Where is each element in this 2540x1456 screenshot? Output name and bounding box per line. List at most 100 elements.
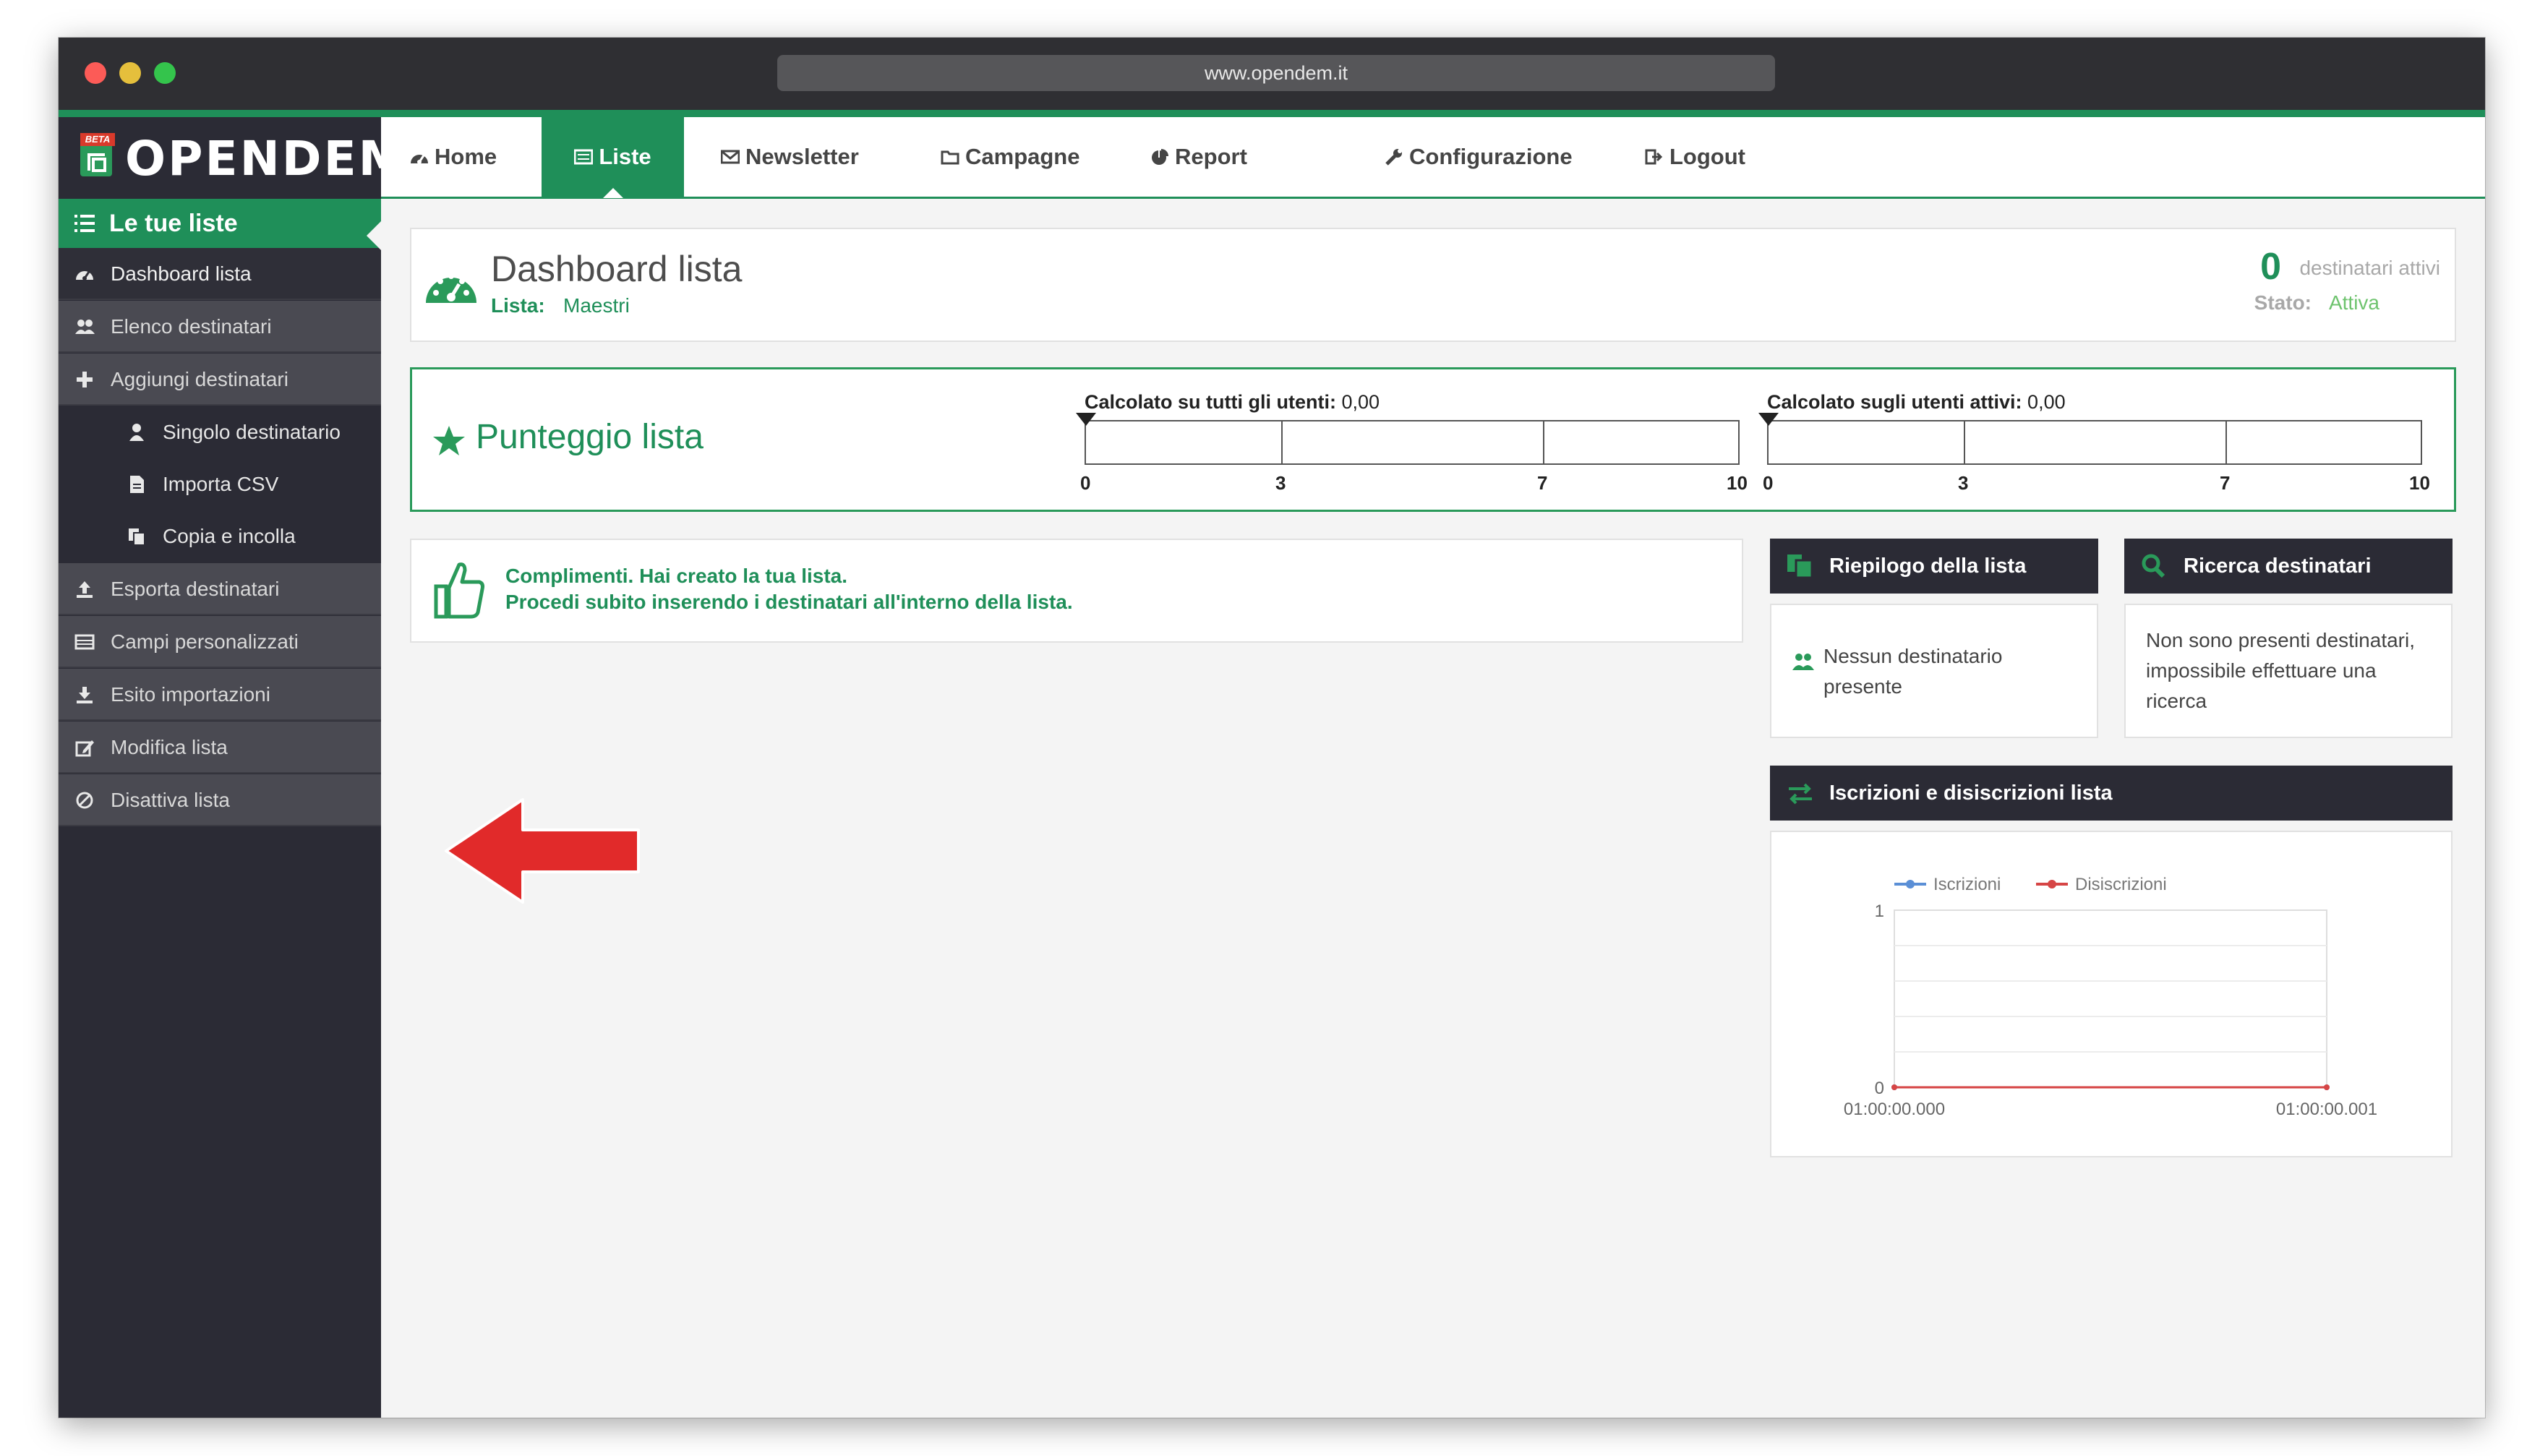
thumbs-up-icon xyxy=(434,562,484,619)
red-arrow-annotation xyxy=(445,798,640,904)
plus-icon xyxy=(77,372,93,387)
sidebar-item-esito-importazioni[interactable]: Esito importazioni xyxy=(59,669,381,721)
riepilogo-header: Riepilogo della lista xyxy=(1770,539,2098,594)
scale-tick-label: 7 xyxy=(2220,472,2231,494)
upload-icon xyxy=(77,581,93,598)
sidebar-item-label: Campi personalizzati xyxy=(111,630,299,653)
sidebar-item-elenco-destinatari[interactable]: Elenco destinatari xyxy=(59,301,381,353)
plot-area xyxy=(1894,909,2327,1088)
sidebar-item-label: Elenco destinatari xyxy=(111,315,272,338)
x-tick-label: 01:00:00.000 xyxy=(1844,1100,1945,1119)
copy-icon xyxy=(1787,554,1813,579)
sidebar-item-campi-personalizzati[interactable]: Campi personalizzati xyxy=(59,616,381,668)
table-icon xyxy=(74,634,95,650)
ricerca-title: Ricerca destinatari xyxy=(2184,554,2372,578)
edit-icon xyxy=(75,740,94,757)
lista-name: Maestri xyxy=(563,294,630,317)
browser-titlebar: www.opendem.it xyxy=(59,38,2485,110)
sidebar: BETA OPENDEM Le tue liste Dashboard list… xyxy=(59,117,406,1418)
active-recipients-count: 0 xyxy=(2260,246,2281,288)
download-icon xyxy=(77,687,93,703)
users-icon xyxy=(75,320,95,334)
riepilogo-text: Nessun destinatario presente xyxy=(1823,645,2003,698)
user-icon xyxy=(129,424,144,441)
sidebar-item-label: Importa CSV xyxy=(163,473,279,495)
sidebar-item-dashboard-lista[interactable]: Dashboard lista xyxy=(59,248,381,300)
ricerca-header: Ricerca destinatari xyxy=(2124,539,2453,594)
scale-caption: Calcolato su tutti gli utenti: xyxy=(1085,391,1336,413)
accent-strip xyxy=(59,110,2485,117)
scale-tick-label: 0 xyxy=(1763,472,1774,494)
score-marker-icon xyxy=(1076,413,1096,426)
ricerca-body: Non sono presenti destinatari, impossibi… xyxy=(2124,604,2453,738)
dashboard-icon xyxy=(76,271,93,281)
iscrizioni-chart: 0 1 01:00:00.000 01:00:00.001 Iscrizioni Disi… xyxy=(1844,875,2377,1119)
iscrizioni-title: Iscrizioni e disiscrizioni lista xyxy=(1829,781,2113,805)
dashboard-header-panel: Dashboard lista Lista: Maestri 0 destina… xyxy=(410,228,2456,342)
minimize-window-button[interactable] xyxy=(119,62,141,84)
list-icon xyxy=(574,149,594,165)
nav-campagne-label: Campagne xyxy=(965,144,1080,169)
sidebar-item-esporta-destinatari[interactable]: Esporta destinatari xyxy=(59,563,381,615)
nav-newsletter-label: Newsletter xyxy=(745,144,859,169)
info-message-title: Complimenti. Hai creato la tua lista. xyxy=(505,565,848,587)
series-point xyxy=(1891,1084,1897,1090)
sidebar-item-disattiva-lista[interactable]: Disattiva lista xyxy=(59,774,381,826)
sidebar-item-label: Modifica lista xyxy=(111,736,228,758)
scale-tick-label: 0 xyxy=(1080,472,1091,494)
x-tick-label: 01:00:00.001 xyxy=(2276,1100,2377,1119)
nav-report[interactable]: Report xyxy=(1150,117,1247,197)
close-window-button[interactable] xyxy=(85,62,106,84)
scale-caption: Calcolato sugli utenti attivi: xyxy=(1767,391,2022,413)
dashboard-icon xyxy=(426,273,476,303)
sidebar-item-importa-csv[interactable]: Importa CSV xyxy=(111,458,381,510)
active-recipients-label: destinatari attivi xyxy=(2299,257,2440,279)
nav-newsletter[interactable]: Newsletter xyxy=(721,117,859,197)
info-panel: Complimenti. Hai creato la tua lista. Pr… xyxy=(410,539,1743,643)
address-bar[interactable]: www.opendem.it xyxy=(777,55,1775,91)
maximize-window-button[interactable] xyxy=(154,62,176,84)
sidebar-item-label: Singolo destinatario xyxy=(163,421,341,443)
pie-chart-icon xyxy=(1152,149,1168,165)
logout-icon xyxy=(1645,149,1663,165)
info-message-text: Procedi subito inserendo i destinatari a… xyxy=(505,591,1073,613)
legend-marker xyxy=(2048,880,2056,888)
ricerca-text: Non sono presenti destinatari, impossibi… xyxy=(2146,629,2415,712)
logo[interactable]: BETA OPENDEM xyxy=(59,117,406,199)
scale-bar xyxy=(1085,420,1740,465)
series-point xyxy=(2324,1084,2330,1090)
nav-liste[interactable]: Liste xyxy=(542,117,684,198)
scale-label: Calcolato sugli utenti attivi: 0,00 xyxy=(1767,391,2066,414)
nav-configurazione[interactable]: Configurazione xyxy=(1385,117,1573,197)
sidebar-item-label: Copia e incolla xyxy=(163,525,296,547)
scale-label: Calcolato su tutti gli utenti: 0,00 xyxy=(1085,391,1380,414)
file-icon xyxy=(130,476,144,493)
scale-tick xyxy=(1543,421,1544,465)
sidebar-header: Le tue liste xyxy=(59,199,381,248)
nav-configurazione-label: Configurazione xyxy=(1409,144,1573,169)
scale-tick xyxy=(1964,421,1965,465)
riepilogo-body: Nessun destinatario presente xyxy=(1770,604,2098,738)
sidebar-item-aggiungi-destinatari[interactable]: Aggiungi destinatari xyxy=(59,354,381,406)
status-label: Stato: xyxy=(2254,291,2312,314)
list-icon xyxy=(74,215,95,232)
scale-tick-label: 10 xyxy=(1727,472,1748,494)
ban-icon xyxy=(76,792,93,809)
nav-liste-label: Liste xyxy=(599,144,651,169)
score-panel: Punteggio lista Calcolato su tutti gli u… xyxy=(410,367,2456,512)
active-tab-caret xyxy=(602,188,623,198)
nav-home[interactable]: Home xyxy=(410,117,497,197)
nav-home-label: Home xyxy=(435,144,497,169)
y-tick-label: 1 xyxy=(1875,902,1884,921)
nav-campagne[interactable]: Campagne xyxy=(941,117,1079,197)
sidebar-item-singolo-destinatario[interactable]: Singolo destinatario xyxy=(111,406,381,458)
nav-logout[interactable]: Logout xyxy=(1645,117,1745,197)
scale-value: 0,00 xyxy=(2027,391,2066,413)
sidebar-item-modifica-lista[interactable]: Modifica lista xyxy=(59,721,381,774)
page-title: Dashboard lista xyxy=(491,249,743,289)
sidebar-item-copia-e-incolla[interactable]: Copia e incolla xyxy=(111,510,381,562)
exchange-icon xyxy=(1789,783,1812,805)
active-item-notch xyxy=(367,221,381,250)
beta-badge: BETA xyxy=(80,133,115,146)
scale-tick-label: 10 xyxy=(2409,472,2430,494)
